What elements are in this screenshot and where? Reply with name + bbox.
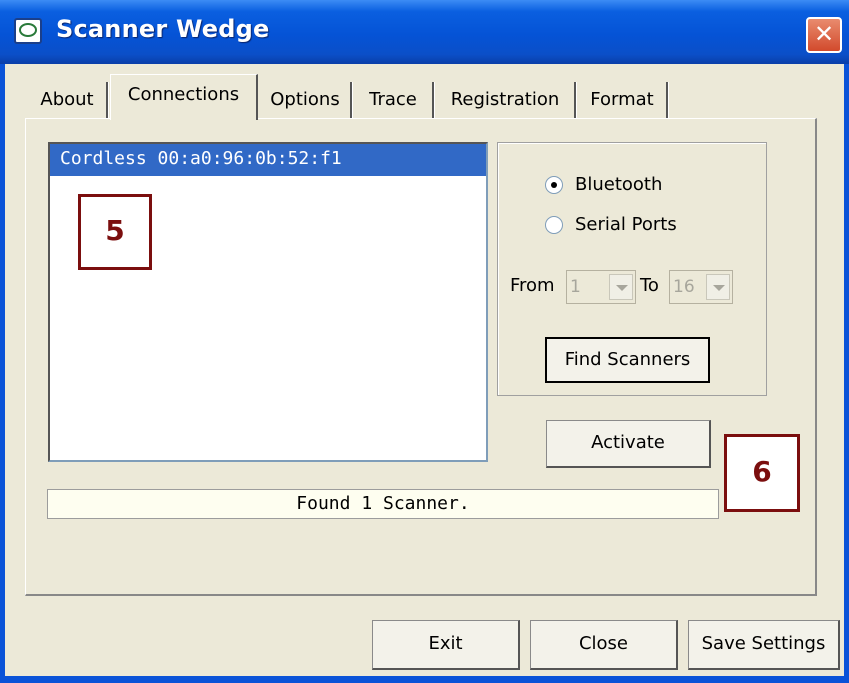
- serial-ports-label[interactable]: Serial Ports: [575, 214, 677, 235]
- window-frame-right: [844, 64, 849, 683]
- window-frame-left: [0, 64, 5, 683]
- tab-about[interactable]: About: [28, 82, 108, 119]
- scanner-list[interactable]: Cordless 00:a0:96:0b:52:f1: [48, 142, 488, 462]
- title-bar[interactable]: Scanner Wedge ✕: [0, 0, 849, 64]
- to-port-select[interactable]: 16: [669, 270, 733, 304]
- serial-ports-radio[interactable]: [545, 216, 563, 234]
- chevron-down-icon[interactable]: [609, 274, 633, 300]
- bluetooth-label[interactable]: Bluetooth: [575, 174, 662, 195]
- from-port-value: 1: [570, 277, 581, 297]
- save-settings-button[interactable]: Save Settings: [688, 620, 840, 670]
- tab-format[interactable]: Format: [578, 82, 668, 119]
- chevron-down-icon[interactable]: [706, 274, 730, 300]
- tab-connections[interactable]: Connections: [110, 74, 258, 120]
- tab-registration[interactable]: Registration: [436, 82, 576, 119]
- scanner-wedge-window: Scanner Wedge ✕ About Connections Option…: [0, 0, 849, 683]
- window-title: Scanner Wedge: [56, 15, 270, 43]
- close-button[interactable]: Close: [530, 620, 678, 670]
- list-item[interactable]: Cordless 00:a0:96:0b:52:f1: [50, 144, 486, 176]
- tab-options[interactable]: Options: [260, 82, 352, 119]
- from-port-select[interactable]: 1: [566, 270, 636, 304]
- activate-button[interactable]: Activate: [546, 420, 711, 468]
- exit-button[interactable]: Exit: [372, 620, 520, 670]
- status-bar: Found 1 Scanner.: [47, 489, 719, 519]
- close-window-button[interactable]: ✕: [806, 17, 842, 53]
- from-label: From: [510, 275, 555, 296]
- window-frame-bottom: [0, 676, 849, 683]
- app-icon: [14, 18, 42, 44]
- to-label: To: [640, 275, 659, 296]
- to-port-value: 16: [673, 277, 695, 297]
- callout-5: 5: [78, 194, 152, 270]
- callout-6: 6: [724, 434, 800, 512]
- bluetooth-radio[interactable]: [545, 176, 563, 194]
- find-scanners-button[interactable]: Find Scanners: [545, 337, 710, 383]
- close-icon: ✕: [813, 20, 835, 48]
- tab-trace[interactable]: Trace: [354, 82, 434, 119]
